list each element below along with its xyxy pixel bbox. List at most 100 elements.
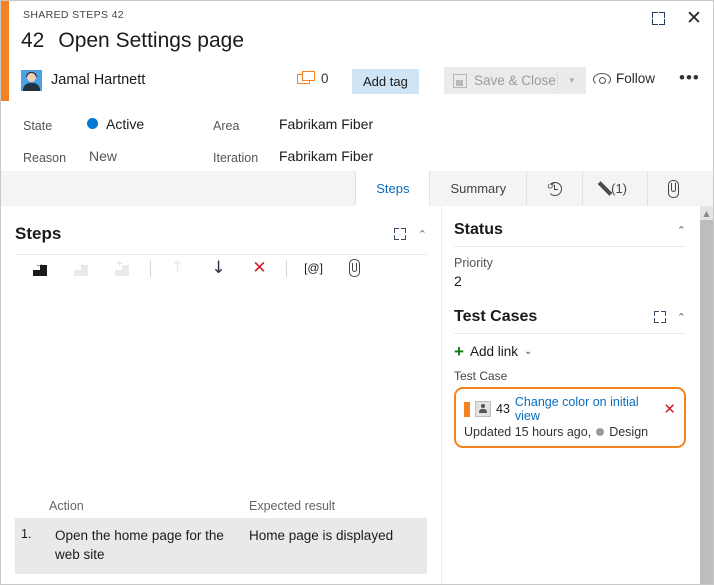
work-item-type-accent-bar <box>1 1 9 101</box>
steps-section-title: Steps <box>15 224 62 243</box>
table-row[interactable]: 2. Click Settings icon Settings page is … <box>15 574 427 584</box>
tab-attachments[interactable] <box>647 171 699 206</box>
history-icon: ↺ <box>546 181 563 196</box>
expand-steps-icon[interactable] <box>393 228 406 240</box>
test-cases-panel-header: Test Cases ⌃ <box>454 301 686 334</box>
priority-value[interactable]: 2 <box>454 273 686 289</box>
column-expected-result: Expected result <box>249 499 336 513</box>
follow-button[interactable]: Follow <box>593 71 655 86</box>
toolbar-divider <box>286 259 287 277</box>
reason-label: Reason <box>23 151 67 165</box>
steps-table-header: Action Expected result <box>15 494 427 518</box>
status-panel-title: Status <box>454 221 503 238</box>
tab-steps[interactable]: Steps <box>355 171 430 206</box>
remove-link-icon[interactable]: ✕ <box>663 401 676 417</box>
link-icon <box>597 181 613 196</box>
work-item-id: 42 <box>21 29 45 52</box>
step-action[interactable]: Click Settings icon <box>49 583 249 585</box>
step-expected[interactable]: Home page is displayed <box>249 527 427 565</box>
insert-step-icon[interactable]: → <box>21 255 62 281</box>
more-actions-button[interactable]: ••• <box>679 69 700 86</box>
create-shared-step-icon: + <box>103 255 144 281</box>
tab-history[interactable]: ↺ <box>526 171 582 206</box>
iteration-value[interactable]: Fabrikam Fiber <box>279 148 373 164</box>
iteration-label: Iteration <box>213 151 259 165</box>
collapse-steps-chevron-icon[interactable]: ⌃ <box>418 229 427 240</box>
tab-steps-label: Steps <box>376 180 410 196</box>
tab-summary[interactable]: Summary <box>429 171 526 206</box>
page-title[interactable]: Open Settings page <box>58 29 244 53</box>
area-label: Area <box>213 119 240 133</box>
maximize-button[interactable] <box>645 5 671 31</box>
follow-label: Follow <box>616 71 656 86</box>
page-vertical-scrollbar[interactable]: ▲ <box>700 206 713 584</box>
state-text: Active <box>106 116 145 132</box>
chevron-down-icon[interactable]: ⌄ <box>524 346 532 357</box>
test-cases-panel-title: Test Cases <box>454 308 538 325</box>
priority-label: Priority <box>454 256 493 270</box>
close-button[interactable]: ✕ <box>681 5 707 31</box>
step-action[interactable]: Open the home page for the web site <box>49 527 249 565</box>
area-value[interactable]: Fabrikam Fiber <box>279 116 373 132</box>
comment-count-group[interactable]: 0 <box>297 71 329 86</box>
test-case-icon <box>475 401 491 417</box>
toolbar-divider <box>150 259 151 277</box>
state-label: State <box>23 119 53 133</box>
save-and-close-button: Save & Close ▾ <box>444 67 586 94</box>
collapse-test-cases-chevron-icon[interactable]: ⌃ <box>677 312 686 323</box>
add-link-label: Add link <box>469 344 518 359</box>
insert-shared-step-icon: → <box>62 255 103 281</box>
state-dot-icon <box>87 118 98 129</box>
scroll-thumb[interactable] <box>700 220 713 584</box>
status-panel-header: Status ⌃ <box>454 214 686 247</box>
save-and-close-label: Save & Close <box>474 73 556 88</box>
details-pane: Status ⌃ Priority 2 Test Cases ⌃ + Add l… <box>441 206 702 584</box>
delete-step-icon[interactable]: ✕ <box>239 255 280 281</box>
steps-toolbar: → → + ↑ ↓ ✕ [@] <box>21 253 421 283</box>
work-item-window: ✕ SHARED STEPS 42 42 Open Settings page … <box>0 0 714 585</box>
scroll-up-icon[interactable]: ▲ <box>700 206 713 220</box>
tab-links[interactable]: (1) <box>582 171 647 206</box>
window-controls: ✕ <box>645 5 707 31</box>
test-case-id: 43 <box>496 402 510 416</box>
test-case-column-label: Test Case <box>454 369 508 383</box>
chevron-down-icon[interactable]: ▾ <box>569 75 574 86</box>
steps-pane: Steps ⌃ → → + ↑ ↓ ✕ [@] Action Expected … <box>1 206 441 584</box>
steps-section-header: Steps ⌃ <box>15 214 427 255</box>
step-number: 2. <box>15 583 49 584</box>
column-action: Action <box>49 499 84 513</box>
breadcrumb: SHARED STEPS 42 <box>23 9 124 21</box>
insert-parameter-icon[interactable]: [@] <box>293 255 334 281</box>
plus-icon: + <box>454 342 464 361</box>
add-link-button[interactable]: + Add link ⌄ <box>454 343 686 360</box>
tab-links-count: (1) <box>611 181 627 196</box>
window-header: ✕ SHARED STEPS 42 42 Open Settings page … <box>1 1 713 101</box>
steps-table: Action Expected result 1. Open the home … <box>15 494 427 584</box>
avatar <box>21 69 42 91</box>
list-item[interactable]: 43 Change color on initial view ✕ Update… <box>454 387 686 448</box>
comment-icon <box>297 71 315 86</box>
add-tag-button[interactable]: Add tag <box>352 69 419 94</box>
test-cases-panel: Test Cases ⌃ + Add link ⌄ Test Case 43 C… <box>454 301 686 448</box>
move-up-icon: ↑ <box>170 257 185 278</box>
test-case-state: Design <box>609 425 649 439</box>
step-expected[interactable]: Settings page is displayed <box>249 583 427 585</box>
assigned-to-name[interactable]: Jamal Hartnett <box>51 72 145 88</box>
tab-summary-label: Summary <box>450 181 507 196</box>
table-row[interactable]: 1. Open the home page for the web site H… <box>15 518 427 574</box>
state-value[interactable]: Active <box>87 116 144 132</box>
follow-eye-icon <box>593 73 611 86</box>
attachment-icon[interactable] <box>334 255 375 281</box>
test-case-color-bar <box>464 401 470 417</box>
reason-value[interactable]: New <box>89 148 117 164</box>
status-panel: Status ⌃ Priority 2 <box>454 214 686 289</box>
fields-area: State Active Reason New Area Fabrikam Fi… <box>1 101 713 171</box>
test-case-title-link[interactable]: Change color on initial view <box>515 395 659 423</box>
close-icon: ✕ <box>686 6 702 29</box>
expand-icon <box>651 11 665 25</box>
move-down-icon[interactable]: ↓ <box>198 255 239 281</box>
expand-test-cases-icon[interactable] <box>653 311 666 323</box>
collapse-status-chevron-icon[interactable]: ⌃ <box>677 225 686 236</box>
step-number: 1. <box>21 527 32 541</box>
toolbar-divider <box>557 71 558 91</box>
